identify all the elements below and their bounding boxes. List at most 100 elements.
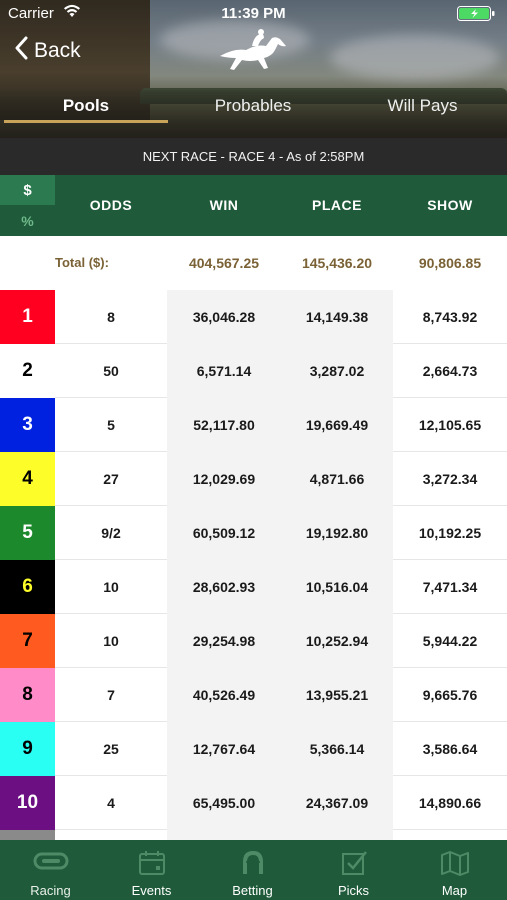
cell-place: 19,669.49: [281, 398, 393, 452]
tab-pools[interactable]: Pools: [4, 96, 168, 116]
saddlecloth-number: 10: [0, 776, 55, 830]
table-row[interactable]: 8 7 40,526.49 13,955.21 9,665.76: [0, 668, 507, 722]
tab-probables[interactable]: Probables: [170, 96, 336, 116]
cell-odds: 5: [107, 417, 115, 433]
status-bar: Carrier 11:39 PM: [0, 0, 507, 28]
table-header: $ % ODDS WIN PLACE SHOW: [0, 175, 507, 236]
cell-odds: 50: [103, 363, 119, 379]
cell-show: 2,664.73: [422, 363, 478, 379]
table-row[interactable]: 10 4 65,495.00 24,367.09 14,890.66: [0, 776, 507, 830]
cell-place: 19,192.80: [281, 506, 393, 560]
cell-place: 5,366.14: [281, 722, 393, 776]
table-row[interactable]: 4 27 12,029.69 4,871.66 3,272.34: [0, 452, 507, 506]
total-place: 145,436.20: [301, 255, 373, 271]
column-header-show: SHOW: [427, 197, 473, 213]
cell-show: 3,586.64: [422, 741, 478, 757]
tabbar-racing[interactable]: Racing: [0, 840, 101, 900]
saddlecloth-number: 8: [0, 668, 55, 722]
checkbox-icon: [303, 850, 404, 878]
saddlecloth-number: 5: [0, 506, 55, 560]
saddlecloth-number: 1: [0, 290, 55, 344]
column-shade: [281, 830, 393, 840]
cell-show: 5,944.22: [422, 633, 478, 649]
map-icon: [404, 850, 505, 878]
cell-odds: 27: [103, 471, 119, 487]
table-row[interactable]: 1 8 36,046.28 14,149.38 8,743.92: [0, 290, 507, 344]
tabbar-betting[interactable]: Betting: [202, 840, 303, 900]
table-row[interactable]: 5 9/2 60,509.12 19,192.80 10,192.25: [0, 506, 507, 560]
cell-show: 12,105.65: [418, 417, 482, 433]
cell-show: 14,890.66: [418, 795, 482, 811]
cell-place: 3,287.02: [281, 344, 393, 398]
column-header-place: PLACE: [312, 197, 362, 213]
calendar-icon: [101, 850, 202, 878]
cell-show: 3,272.34: [422, 471, 478, 487]
tabbar-picks[interactable]: Picks: [303, 840, 404, 900]
cell-win: 6,571.14: [167, 344, 281, 398]
back-label: Back: [34, 39, 81, 62]
cell-place: 4,871.66: [281, 452, 393, 506]
cell-win: 12,767.64: [167, 722, 281, 776]
saddlecloth-number: 3: [0, 398, 55, 452]
table-row[interactable]: 2 50 6,571.14 3,287.02 2,664.73: [0, 344, 507, 398]
cell-win: 36,046.28: [167, 290, 281, 344]
unit-toggle: $ %: [0, 175, 55, 236]
total-win: 404,567.25: [188, 255, 260, 271]
cell-show: 9,665.76: [422, 687, 478, 703]
chevron-left-icon: [14, 36, 28, 66]
race-banner: NEXT RACE - RACE 4 - As of 2:58PM: [0, 138, 507, 175]
tab-will-pays[interactable]: Will Pays: [338, 96, 507, 116]
totals-label: Total ($):: [55, 255, 109, 270]
column-header-odds: ODDS: [89, 197, 133, 213]
cell-odds: 4: [107, 795, 115, 811]
totals-row: Total ($): 404,567.25 145,436.20 90,806.…: [0, 236, 507, 290]
cell-place: 10,252.94: [281, 614, 393, 668]
back-button[interactable]: Back: [14, 36, 81, 66]
cell-odds: 7: [107, 687, 115, 703]
total-show: 90,806.85: [418, 255, 482, 271]
percent-toggle-button[interactable]: %: [0, 206, 55, 236]
horse-logo-icon: [212, 26, 292, 74]
cell-place: 14,149.38: [281, 290, 393, 344]
active-tab-indicator: [4, 120, 168, 123]
cell-show: 10,192.25: [418, 525, 482, 541]
cell-win: 40,526.49: [167, 668, 281, 722]
saddlecloth-number: 4: [0, 452, 55, 506]
tabbar-map[interactable]: Map: [404, 840, 505, 900]
cell-odds: 8: [107, 309, 115, 325]
cell-show: 7,471.34: [422, 579, 478, 595]
table-row[interactable]: 7 10 29,254.98 10,252.94 5,944.22: [0, 614, 507, 668]
dollar-toggle-button[interactable]: $: [0, 175, 55, 205]
segment-tabs: Pools Probables Will Pays: [0, 90, 507, 124]
table-row[interactable]: 9 25 12,767.64 5,366.14 3,586.64: [0, 722, 507, 776]
tabbar-events[interactable]: Events: [101, 840, 202, 900]
cell-win: 60,509.12: [167, 506, 281, 560]
cell-odds: 25: [103, 741, 119, 757]
table-row[interactable]: 3 5 52,117.80 19,669.49 12,105.65: [0, 398, 507, 452]
cell-show: 8,743.92: [422, 309, 478, 325]
racetrack-icon: [0, 850, 101, 878]
saddlecloth-number: 6: [0, 560, 55, 614]
clock: 11:39 PM: [221, 5, 286, 22]
cell-place: 10,516.04: [281, 560, 393, 614]
column-header-win: WIN: [209, 197, 239, 213]
saddlecloth-number: 2: [0, 344, 55, 398]
table-row[interactable]: 6 10 28,602.93 10,516.04 7,471.34: [0, 560, 507, 614]
cell-win: 12,029.69: [167, 452, 281, 506]
cell-win: 65,495.00: [167, 776, 281, 830]
bottom-tab-bar: Racing Events Betting Picks Map: [0, 840, 507, 900]
cell-place: 24,367.09: [281, 776, 393, 830]
next-row-saddlecloth: [0, 830, 55, 840]
horseshoe-icon: [202, 850, 303, 878]
cell-win: 52,117.80: [167, 398, 281, 452]
saddlecloth-number: 9: [0, 722, 55, 776]
cell-win: 28,602.93: [167, 560, 281, 614]
cell-odds: 9/2: [101, 525, 121, 541]
cell-odds: 10: [103, 579, 119, 595]
battery-icon: [457, 6, 497, 21]
cell-place: 13,955.21: [281, 668, 393, 722]
cell-odds: 10: [103, 633, 119, 649]
saddlecloth-number: 7: [0, 614, 55, 668]
cell-win: 29,254.98: [167, 614, 281, 668]
column-shade: [167, 830, 281, 840]
